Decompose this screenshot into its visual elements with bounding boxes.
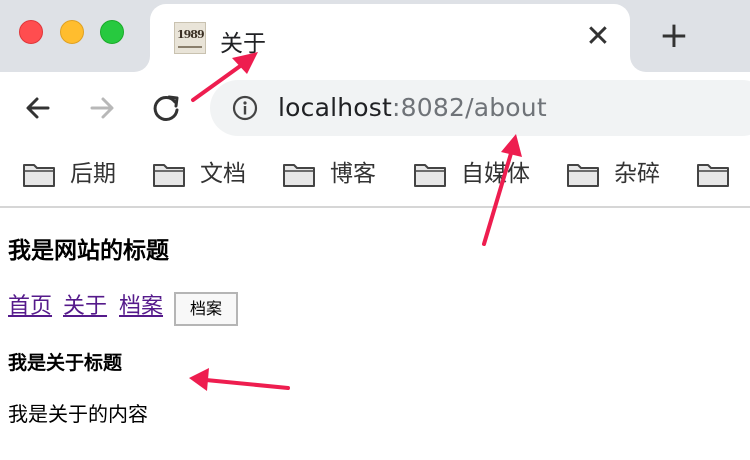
window-zoom-button[interactable] [100,20,124,44]
close-icon[interactable]: ✕ [584,22,612,52]
active-tab[interactable]: 1989 关于 ✕ [150,4,630,72]
bookmark-label: 自媒体 [461,161,530,187]
folder-icon [23,164,55,187]
bookmark-label: 杂碎 [614,161,660,187]
bookmarks-bar: 后期 文档 博客 自媒体 杂碎 [0,144,750,208]
tab-strip: 1989 关于 ✕ + [0,0,750,72]
nav-link-archive[interactable]: 档案 [119,292,163,322]
folder-icon [567,164,599,187]
arrow-left-icon[interactable] [20,90,56,126]
folder-icon [697,164,729,187]
folder-icon [414,164,446,187]
folder-icon [153,164,185,187]
about-title: 我是关于标题 [8,352,123,374]
bookmark-label: 文档 [200,161,246,187]
browser-toolbar: localhost:8082/about [0,72,750,144]
bookmark-label: 博客 [330,161,376,187]
folder-icon [283,164,315,187]
address-bar[interactable]: localhost:8082/about [210,80,750,136]
reload-icon[interactable] [148,90,184,126]
about-text: 我是关于的内容 [8,402,148,426]
tab-favicon: 1989 [174,22,206,54]
new-tab-button[interactable]: + [658,18,690,54]
window-minimize-button[interactable] [60,20,84,44]
bookmark-label: 后期 [70,161,116,187]
window-close-button[interactable] [19,20,43,44]
url-text: localhost:8082/about [278,93,547,122]
info-icon[interactable] [232,95,258,121]
nav-link-home[interactable]: 首页 [8,292,52,322]
arrow-right-icon[interactable] [84,90,120,126]
archive-button[interactable]: 档案 [174,292,238,326]
site-title: 我是网站的标题 [8,238,169,264]
nav-link-about[interactable]: 关于 [63,292,107,322]
tab-title: 关于 [220,31,266,57]
page-content: 我是网站的标题 首页 关于 档案 档案 我是关于标题 我是关于的内容 [8,208,750,460]
